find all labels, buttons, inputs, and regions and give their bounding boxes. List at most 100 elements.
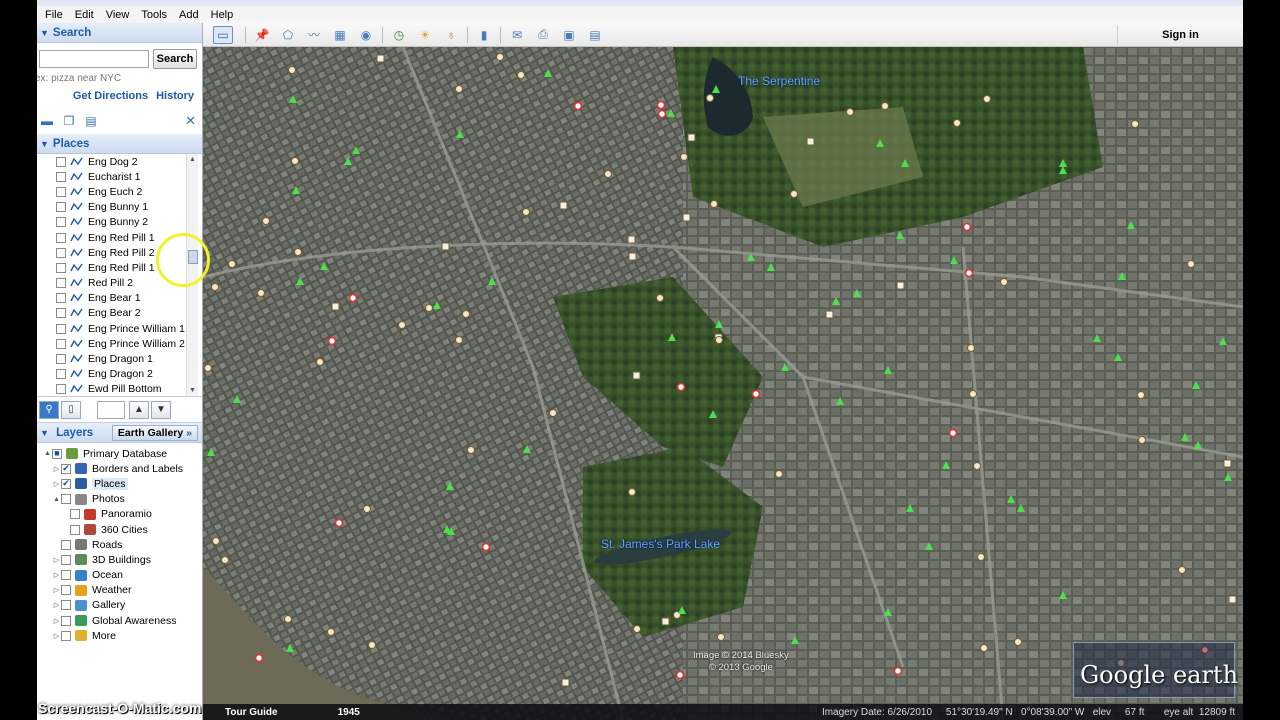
move-up-icon[interactable]: ▲ [129,400,149,419]
restaurant-marker-icon[interactable] [455,336,463,344]
place-item[interactable]: Ewd Pill Bottom [37,382,202,396]
scroll-up-icon[interactable]: ▲ [187,154,198,166]
restaurant-marker-icon[interactable] [715,336,723,344]
layer-item[interactable]: ▷ Ocean [37,568,202,583]
transit-marker-icon[interactable] [573,101,583,111]
place-item[interactable]: Eng Bear 2 [37,306,202,321]
place-checkbox[interactable] [56,278,66,289]
scroll-down-icon[interactable]: ▼ [187,385,198,396]
menu-help[interactable]: Help [205,9,240,21]
transit-marker-icon[interactable] [751,389,761,399]
restaurant-marker-icon[interactable] [980,644,988,652]
restaurant-marker-icon[interactable] [710,200,718,208]
ruler-icon[interactable]: ▮ [474,26,494,44]
record-tour-icon[interactable]: ◉ [356,26,376,44]
place-checkbox[interactable] [56,156,66,167]
menu-view[interactable]: View [100,9,136,21]
restaurant-marker-icon[interactable] [1000,278,1008,286]
restaurant-marker-icon[interactable] [517,71,525,79]
place-checkbox[interactable] [56,293,66,304]
placemark-icon[interactable]: 📌 [252,26,272,44]
place-checkbox[interactable] [56,354,66,365]
restaurant-marker-icon[interactable] [221,556,229,564]
layer-checkbox[interactable] [70,509,80,520]
layer-checkbox[interactable] [61,494,71,505]
restaurant-marker-icon[interactable] [775,470,783,478]
restaurant-marker-icon[interactable] [633,625,641,633]
close-icon[interactable]: ✕ [185,113,196,129]
landmark-marker-icon[interactable] [376,54,385,63]
layer-checkbox[interactable] [61,539,71,550]
layer-checkbox[interactable] [70,524,80,535]
landmark-marker-icon[interactable] [561,678,570,687]
search-button[interactable]: Search [153,49,197,69]
menu-file[interactable]: File [39,9,69,21]
restaurant-marker-icon[interactable] [462,310,470,318]
place-checkbox[interactable] [56,217,66,228]
landmark-marker-icon[interactable] [661,617,670,626]
transit-marker-icon[interactable] [964,268,974,278]
layer-checkbox[interactable] [61,570,71,581]
path-icon[interactable]: 〰 [304,26,324,44]
layer-item[interactable]: ▷ 3D Buildings [37,552,202,567]
place-checkbox[interactable] [56,232,66,243]
landmark-marker-icon[interactable] [628,252,637,261]
transit-marker-icon[interactable] [948,428,958,438]
layer-item[interactable]: ▷ Global Awareness [37,613,202,628]
landmark-marker-icon[interactable] [1228,595,1237,604]
expand-icon[interactable]: ▷ [52,571,61,579]
restaurant-marker-icon[interactable] [284,615,292,623]
restaurant-marker-icon[interactable] [1178,566,1186,574]
history-link[interactable]: History [156,90,194,102]
restaurant-marker-icon[interactable] [257,289,265,297]
transit-marker-icon[interactable] [254,653,264,663]
layer-item[interactable]: ▷ Gallery [37,598,202,613]
place-checkbox[interactable] [56,323,66,334]
restaurant-marker-icon[interactable] [262,217,270,225]
transit-marker-icon[interactable] [327,336,337,346]
expand-icon[interactable]: ▷ [52,632,61,640]
restaurant-marker-icon[interactable] [881,102,889,110]
layer-item[interactable]: ▲ ■ Primary Database [37,446,202,461]
tour-guide-button[interactable]: Tour Guide [225,707,278,718]
restaurant-marker-icon[interactable] [717,633,725,641]
restaurant-marker-icon[interactable] [316,358,324,366]
layer-item[interactable]: 360 Cities [37,522,202,537]
sidebar-toggle-icon[interactable]: ▭ [213,25,233,44]
place-item[interactable]: Eng Prince William 1 [37,321,202,336]
restaurant-marker-icon[interactable] [983,95,991,103]
transit-marker-icon[interactable] [676,382,686,392]
place-checkbox[interactable] [56,384,66,395]
restaurant-marker-icon[interactable] [291,157,299,165]
get-directions-link[interactable]: Get Directions [73,90,148,102]
expand-icon[interactable]: ▲ [43,450,52,457]
restaurant-marker-icon[interactable] [656,294,664,302]
layer-item[interactable]: ▷ Weather [37,583,202,598]
restaurant-marker-icon[interactable] [363,505,371,513]
layer-checkbox[interactable] [61,600,71,611]
layer-item[interactable]: Roads [37,537,202,552]
place-item[interactable]: Eng Dragon 2 [37,367,202,382]
expand-icon[interactable]: ▷ [52,586,61,594]
restaurant-marker-icon[interactable] [455,85,463,93]
place-item[interactable]: Eng Prince William 2 [37,336,202,351]
places-filter-box[interactable] [97,400,125,419]
restaurant-marker-icon[interactable] [790,190,798,198]
place-checkbox[interactable] [56,262,66,273]
maps-icon[interactable]: ▤ [585,26,605,44]
layer-item[interactable]: ▲ Photos [37,492,202,507]
layer-item[interactable]: Panoramio [37,507,202,522]
sign-in-button[interactable]: Sign in [1117,24,1243,45]
layer-checkbox[interactable] [61,630,71,641]
email-icon[interactable]: ✉ [507,26,527,44]
place-item[interactable]: Eng Bunny 1 [37,200,202,215]
place-checkbox[interactable] [56,171,66,182]
restaurant-marker-icon[interactable] [522,208,530,216]
copy-icon[interactable]: ❐ [61,114,77,128]
place-checkbox[interactable] [56,247,66,258]
planets-icon[interactable]: ♁ [441,26,461,44]
restaurant-marker-icon[interactable] [425,304,433,312]
image-overlay-icon[interactable]: ▦ [330,26,350,44]
transit-marker-icon[interactable] [675,670,685,680]
restaurant-marker-icon[interactable] [228,260,236,268]
